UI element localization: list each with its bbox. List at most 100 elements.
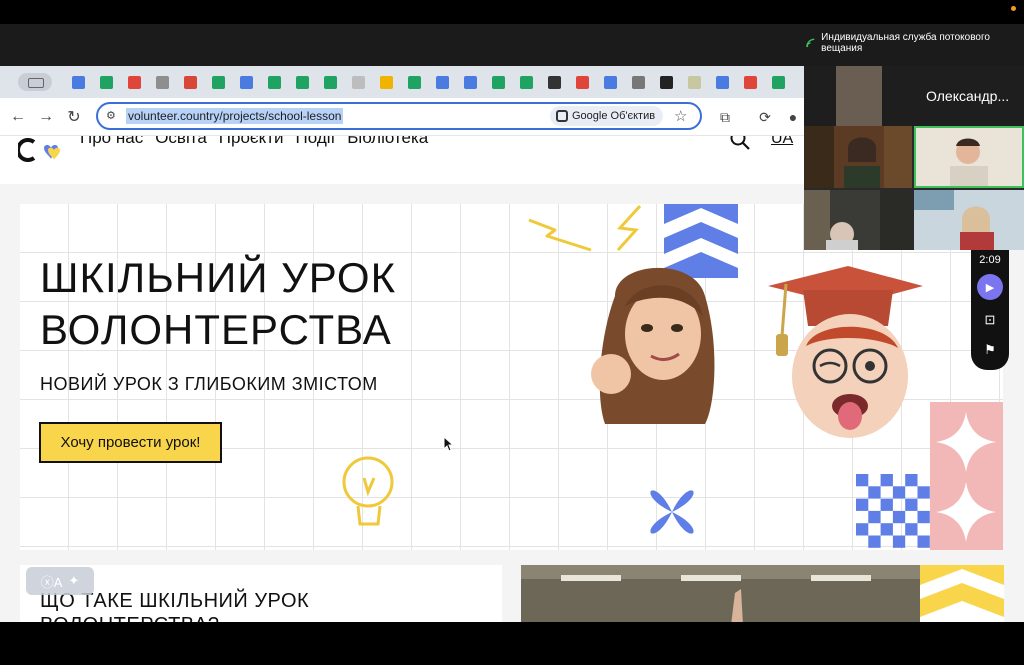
boy-avatar-illustration xyxy=(768,266,923,438)
browser-tab-4[interactable] xyxy=(148,66,176,98)
tab-favicon-icon xyxy=(631,75,645,89)
checker-cell xyxy=(868,535,881,548)
video-tile-3[interactable] xyxy=(804,190,912,250)
browser-tab-5[interactable] xyxy=(176,66,204,98)
url-text[interactable]: volunteer.country/projects/school-lesson xyxy=(126,108,344,124)
browser-tab-14[interactable] xyxy=(428,66,456,98)
browser-tab-19[interactable] xyxy=(568,66,596,98)
nav-projects[interactable]: Проєкти xyxy=(219,136,284,148)
tab-favicon-icon xyxy=(575,75,589,89)
video-tile-1[interactable] xyxy=(804,126,912,188)
bookmark-add-icon[interactable]: ⚑ xyxy=(982,342,998,358)
participant-name: Олександр... xyxy=(926,88,1010,104)
participant-video-2 xyxy=(916,128,1022,186)
tab-favicon-icon xyxy=(771,75,785,89)
participant-video-4 xyxy=(914,190,1024,250)
checker-cell xyxy=(856,498,869,511)
language-switch[interactable]: UA xyxy=(771,136,793,148)
checker-cell xyxy=(868,486,881,499)
site-settings-icon[interactable]: ⚙ xyxy=(106,109,120,123)
mouse-cursor-icon xyxy=(443,436,455,452)
checker-cell xyxy=(917,486,930,499)
back-icon[interactable]: ← xyxy=(8,107,28,127)
blue-checker-shape xyxy=(856,474,930,548)
site-logo[interactable] xyxy=(18,136,66,166)
browser-tab-15[interactable] xyxy=(456,66,484,98)
browser-tab-9[interactable] xyxy=(288,66,316,98)
tab-favicon-icon xyxy=(407,75,421,89)
tab-favicon-icon xyxy=(127,75,141,89)
play-icon[interactable]: ▶ xyxy=(977,274,1003,300)
browser-tab-11[interactable] xyxy=(344,66,372,98)
tab-favicon-icon xyxy=(715,75,729,89)
streaming-banner: Индивидуальная служба потокового вещания xyxy=(806,32,1016,54)
tab-favicon-icon xyxy=(379,75,393,89)
meeting-timer: 2:09 xyxy=(979,254,1001,266)
browser-tab-2[interactable] xyxy=(92,66,120,98)
tab-favicon-icon xyxy=(519,75,533,89)
browser-tab-26[interactable] xyxy=(764,66,792,98)
tab-favicon-icon xyxy=(99,75,113,89)
bookmark-star-icon[interactable]: ☆ xyxy=(674,107,687,125)
browser-tab-12[interactable] xyxy=(372,66,400,98)
translate-chip[interactable]: ⓧA ✦ xyxy=(26,567,94,595)
nav-library[interactable]: Бібліотека xyxy=(347,136,428,148)
lightning-doodle-2 xyxy=(616,204,642,252)
address-bar[interactable]: ⚙ volunteer.country/projects/school-less… xyxy=(96,102,702,130)
forward-icon[interactable]: → xyxy=(36,107,56,127)
hero-section: ШКІЛЬНИЙ УРОК ВОЛОНТЕРСТВА НОВИЙ УРОК З … xyxy=(20,204,1003,550)
sync-icon[interactable]: ⟳ xyxy=(754,106,776,128)
recording-indicator xyxy=(1011,6,1016,11)
nav-education[interactable]: Освіта xyxy=(155,136,207,148)
browser-tab-13[interactable] xyxy=(400,66,428,98)
tab-favicon-icon xyxy=(603,75,617,89)
tab-favicon-icon xyxy=(155,75,169,89)
nav-events[interactable]: Події xyxy=(296,136,336,148)
screenshot-icon[interactable]: ⊡ xyxy=(982,312,998,328)
checker-cell xyxy=(917,510,930,524)
reload-icon[interactable]: ↻ xyxy=(64,107,84,127)
checker-cell xyxy=(856,474,869,487)
extensions-icon[interactable]: ⧉ xyxy=(714,106,736,128)
browser-tab-1[interactable] xyxy=(64,66,92,98)
nav-about[interactable]: Про нас xyxy=(80,136,143,148)
yellow-decor-tile xyxy=(920,565,1004,622)
browser-tab-6[interactable] xyxy=(204,66,232,98)
participant-tile-name[interactable]: Олександр... xyxy=(804,66,1024,126)
browser-tab-10[interactable] xyxy=(316,66,344,98)
tab-favicon-icon xyxy=(491,75,505,89)
google-lens-label: Google Об'єктив xyxy=(572,110,656,122)
browser-tab-7[interactable] xyxy=(232,66,260,98)
browser-tab-17[interactable] xyxy=(512,66,540,98)
photo-placeholder xyxy=(521,565,921,622)
search-icon[interactable] xyxy=(730,136,750,150)
browser-tab-21[interactable] xyxy=(624,66,652,98)
blue-petal-shape xyxy=(650,490,694,534)
tab-favicon-icon xyxy=(211,75,225,89)
browser-tab-25[interactable] xyxy=(736,66,764,98)
google-lens-button[interactable]: Google Об'єктив xyxy=(550,106,664,126)
tab-favicon-icon xyxy=(687,75,701,89)
lightbulb-doodle xyxy=(342,456,394,526)
browser-tab-18[interactable] xyxy=(540,66,568,98)
browser-tab-22[interactable] xyxy=(652,66,680,98)
classroom-photo xyxy=(521,565,921,622)
participant-video-3 xyxy=(804,190,912,250)
browser-tab-16[interactable] xyxy=(484,66,512,98)
tab-search-button[interactable] xyxy=(18,73,52,91)
browser-tab-24[interactable] xyxy=(708,66,736,98)
browser-tab-8[interactable] xyxy=(260,66,288,98)
participant-thumbnail xyxy=(836,66,882,126)
browser-tab-23[interactable] xyxy=(680,66,708,98)
checker-cell xyxy=(880,498,893,511)
browser-tab-3[interactable] xyxy=(120,66,148,98)
video-tile-2-active[interactable] xyxy=(914,126,1024,188)
video-tile-4[interactable] xyxy=(914,190,1024,250)
tab-favicon-icon xyxy=(463,75,477,89)
profile-avatar-icon[interactable]: ● xyxy=(782,106,804,128)
browser-tab-20[interactable] xyxy=(596,66,624,98)
cta-button[interactable]: Хочу провести урок! xyxy=(39,422,222,463)
checker-cell xyxy=(905,498,918,511)
video-gallery: Олександр... xyxy=(804,66,1024,250)
tab-favicon-icon xyxy=(239,75,253,89)
